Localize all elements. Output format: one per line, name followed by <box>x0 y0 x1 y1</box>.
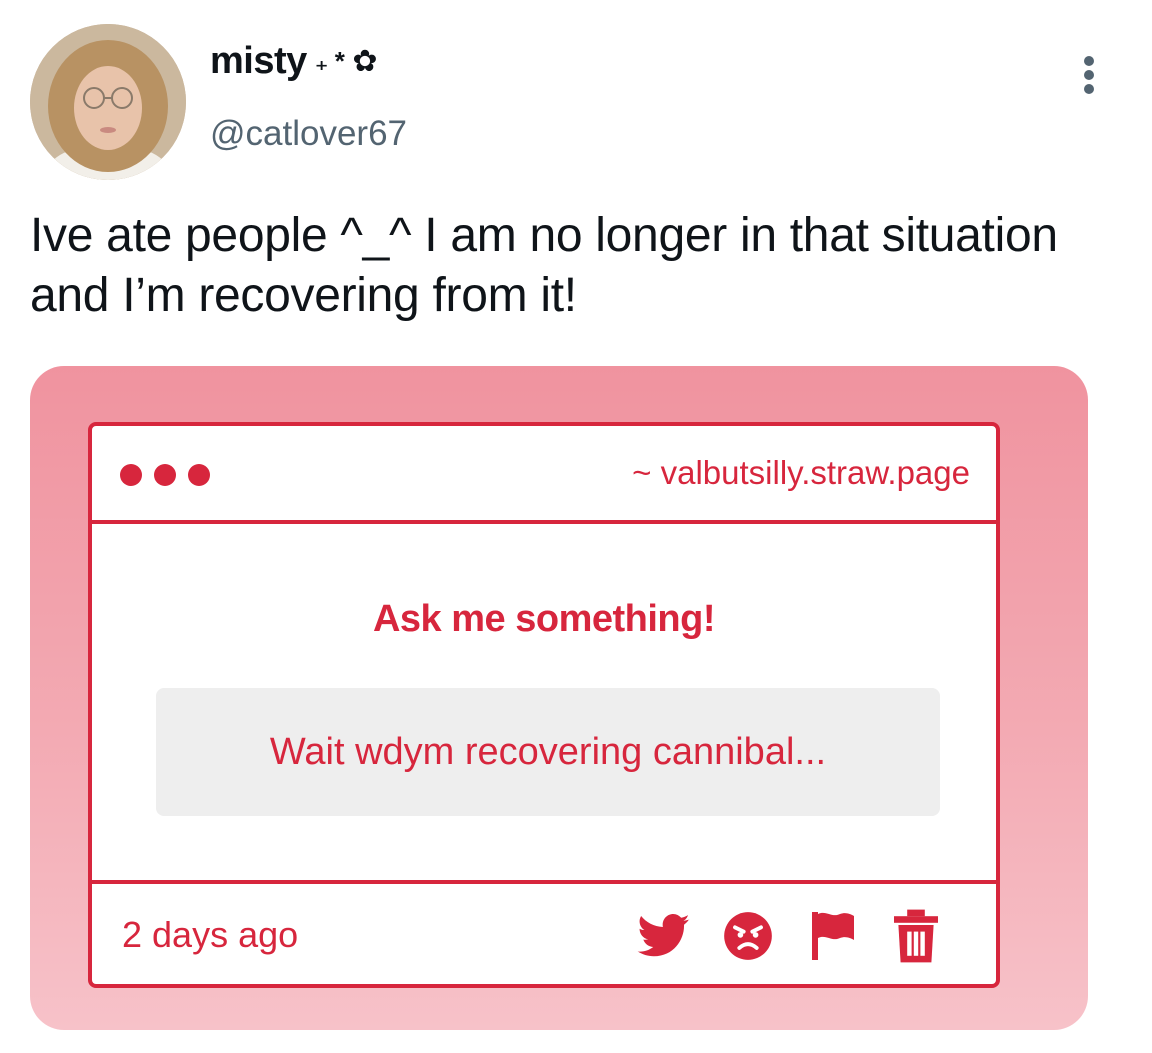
browser-title-bar: ~ valbutsilly.straw.page <box>92 426 996 524</box>
twitter-bird-icon <box>634 906 694 966</box>
avatar[interactable] <box>30 24 186 180</box>
author-display-name[interactable]: misty ₊ * ✿ <box>210 40 377 83</box>
more-vertical-icon[interactable] <box>1074 56 1104 96</box>
trash-icon <box>886 906 946 966</box>
author-handle[interactable]: @catlover67 <box>210 114 407 154</box>
browser-window: ~ valbutsilly.straw.page Ask me somethin… <box>88 422 1000 988</box>
timestamp: 2 days ago <box>122 914 299 955</box>
flower-icon: ✿ <box>352 45 377 78</box>
window-dot-icon <box>188 464 210 486</box>
tweet-text: Ive ate people ^_^ I am no longer in tha… <box>30 209 1058 322</box>
card-footer: 2 days ago <box>92 880 996 984</box>
window-dot-icon <box>154 464 176 486</box>
question-box: Wait wdym recovering cannibal... <box>156 688 940 816</box>
flag-icon <box>802 906 862 966</box>
ask-heading: Ask me something! <box>372 598 716 640</box>
name-decoration: ₊ * <box>314 46 345 76</box>
tweet-media-image[interactable]: ~ valbutsilly.straw.page Ask me somethin… <box>30 366 1088 1030</box>
question-text: Wait wdym recovering cannibal... <box>269 730 827 773</box>
angry-face-icon <box>718 906 778 966</box>
page-url: ~ valbutsilly.straw.page <box>632 454 970 491</box>
card-actions <box>634 906 946 966</box>
window-dot-icon <box>120 464 142 486</box>
display-name-text: misty <box>210 40 307 82</box>
